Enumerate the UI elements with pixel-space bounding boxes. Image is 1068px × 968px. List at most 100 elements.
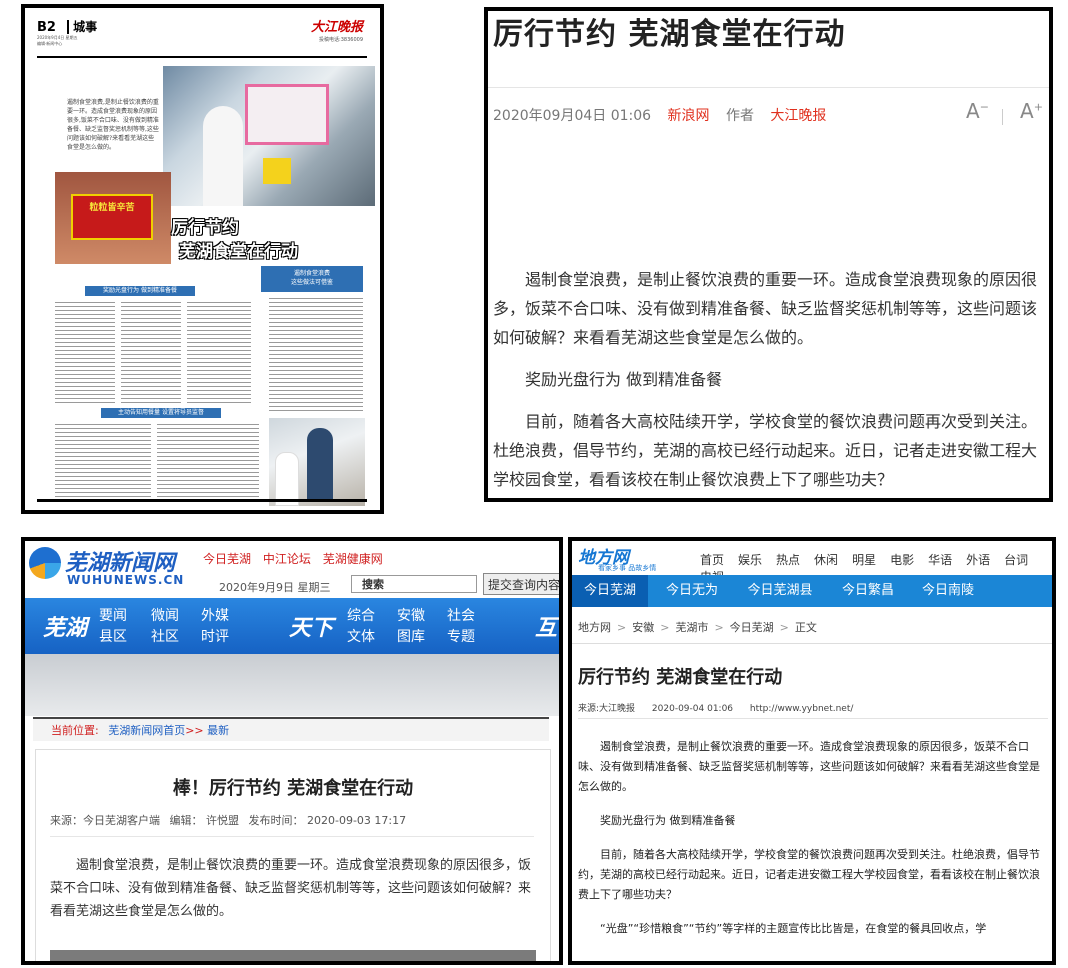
nav-item[interactable]: 社会 [447,606,475,627]
top-links: 今日芜湖 中江论坛 芜湖健康网 [203,550,391,567]
breadcrumb-home-link[interactable]: 芜湖新闻网首页 [108,724,185,737]
subhead-1: 奖励光盘行为 做到精准备餐 [85,286,195,296]
text-column [121,302,181,406]
breadcrumb-item[interactable]: 芜湖市 [675,621,708,634]
paragraph: 目前，随着各大高校陆续开学，学校食堂的餐饮浪费问题再次受到关注。杜绝浪费，倡导节… [578,848,1040,901]
top-link[interactable]: 娱乐 [738,553,762,567]
tab-nanling[interactable]: 今日南陵 [908,575,988,607]
side-box-line2: 这些做法可借鉴 [290,279,333,286]
top-link[interactable]: 电影 [890,553,914,567]
canteen-photo [163,66,375,206]
meta-divider [578,718,1048,719]
nav-column: 社会 专题 [447,606,475,648]
article-url[interactable]: http://www.yybnet.net/ [750,704,854,714]
tab-wuhu-county[interactable]: 今日芜湖县 [734,575,826,607]
paragraph: 目前，随着各大高校陆续开学，学校食堂的餐饮浪费问题再次受到关注。杜绝浪费，倡导节… [493,412,1038,489]
top-link[interactable]: 首页 [700,553,724,567]
nav-item[interactable]: 专题 [447,627,475,648]
top-link[interactable]: 台词 [1004,553,1028,567]
site-slogan: 看家乡事 品故乡情 [598,564,657,572]
top-link[interactable]: 明星 [852,553,876,567]
article-body: 遏制食堂浪费，是制止餐饮浪费的重要一环。造成食堂浪费现象的原因很多，饭菜不合口味… [578,737,1048,953]
page-number: B2 [37,20,56,35]
font-decrease-label: A [966,99,980,123]
nav-item[interactable]: 图库 [397,627,425,648]
top-link[interactable]: 中江论坛 [263,552,311,566]
breadcrumb-item[interactable]: 地方网 [578,621,611,634]
source-link[interactable]: 新浪网 [668,108,710,124]
article-time: 2020-09-04 01:06 [651,704,734,714]
article-meta: 2020年09月04日 01:06 新浪网 作者 大江晚报 [493,105,838,125]
search-button[interactable]: 提交查询内容 [483,573,559,595]
publish-date: 2020年09月04日 01:06 [493,108,652,124]
breadcrumb-item[interactable]: 今日芜湖 [730,621,774,634]
side-box-line1: 遏制食堂浪费 [293,270,330,277]
paragraph: 遏制食堂浪费，是制止餐饮浪费的重要一环。造成食堂浪费现象的原因很多，饭菜不合口味… [578,740,1040,793]
author-link[interactable]: 大江晚报 [770,108,826,124]
nav-item[interactable]: 要闻 [99,606,127,627]
nav-group-world: 天下 [289,615,334,641]
header-editor: 编辑·新闻中心 [37,41,63,46]
top-link[interactable]: 外语 [966,553,990,567]
header-rule [37,56,367,58]
breadcrumb-divider [572,643,1052,644]
article-card: 棒！厉行节约 芜湖食堂在行动 来源：今日芜湖客户端 编辑： 许悦盟 发布时间： … [35,749,551,961]
article-time: 发布时间： 2020-09-03 17:17 [248,814,407,827]
site-header: 芜湖新闻网 WUHUNEWS.CN 今日芜湖 中江论坛 芜湖健康网 2020年9… [25,541,559,597]
tab-wuhu[interactable]: 今日芜湖 [572,575,648,607]
man-figure [307,428,333,502]
footer-rule [37,499,367,502]
intro-text: 遏制食堂浪费,是制止餐饮浪费的重要一环。造成食堂浪费现象的原因很多,饭菜不合口味… [67,99,159,151]
paragraph: 遏制食堂浪费，是制止餐饮浪费的重要一环。造成食堂浪费现象的原因很多，饭菜不合口味… [493,270,1038,347]
plus-icon: + [1033,100,1043,114]
chef-figure [275,452,299,506]
top-link[interactable]: 华语 [928,553,952,567]
nav-item[interactable]: 时评 [201,627,229,648]
slogan-plate: 粒粒皆辛苦 [71,194,153,240]
section-name: 城事 [67,20,98,34]
top-link[interactable]: 今日芜湖 [203,552,251,566]
nav-item[interactable]: 安徽 [397,606,425,627]
breadcrumb: 地方网 > 安徽 > 芜湖市 > 今日芜湖 > 正文 [578,619,817,635]
top-link[interactable]: 热点 [776,553,800,567]
nav-item[interactable]: 微闻 [151,606,179,627]
subhead-2: 主动告知用餐量 设置将导员监督 [101,408,221,418]
cook-figure [203,106,243,206]
title-divider [488,87,1049,88]
search-input[interactable]: 搜索 [351,575,477,593]
nav-group-wuhu: 芜湖 [43,615,88,641]
sina-article-panel: 厉行节约 芜湖食堂在行动 2020年09月04日 01:06 新浪网 作者 大江… [484,7,1053,502]
font-increase-button[interactable]: A+ [1020,99,1043,123]
minus-icon: − [979,100,989,114]
breadcrumb-current[interactable]: 最新 [207,724,229,737]
dining-photo [269,418,365,506]
nav-item[interactable]: 县区 [99,627,127,648]
headline: 厉行节约 芜湖食堂在行动 [171,216,298,264]
tab-fanchang[interactable]: 今日繁昌 [828,575,908,607]
article-source: 来源：今日芜湖客户端 [50,814,160,827]
top-link[interactable]: 芜湖健康网 [323,552,383,566]
nav-column: 外媒 时评 [201,606,229,648]
yellow-sign [263,158,291,184]
tab-wuwei[interactable]: 今日无为 [652,575,732,607]
nav-item[interactable]: 综合 [347,606,375,627]
nav-item[interactable]: 外媒 [201,606,229,627]
breadcrumb-separator: > [617,621,627,634]
breadcrumb-separator: > [714,621,724,634]
breadcrumb-separator: > [779,621,789,634]
paragraph: 遏制食堂浪费，是制止餐饮浪费的重要一环。造成食堂浪费现象的原因很多，饭菜不合口味… [50,858,532,919]
banner-area [25,654,559,716]
breadcrumb-item[interactable]: 安徽 [632,621,654,634]
nav-item[interactable]: 文体 [347,627,375,648]
nav-group-interact: 互 [535,615,558,641]
font-button-divider [1002,109,1003,125]
font-decrease-button[interactable]: A− [966,99,989,123]
text-column [157,424,259,500]
text-column [55,424,151,500]
font-increase-label: A [1020,99,1034,123]
newspaper-page-panel: B2 城事 2020年9月4日 星期五 编辑·新闻中心 大江晚报 投稿电话:38… [21,4,384,514]
nav-item[interactable]: 社区 [151,627,179,648]
nav-column: 综合 文体 [347,606,375,648]
top-link[interactable]: 休闲 [814,553,838,567]
nav-column: 微闻 社区 [151,606,179,648]
